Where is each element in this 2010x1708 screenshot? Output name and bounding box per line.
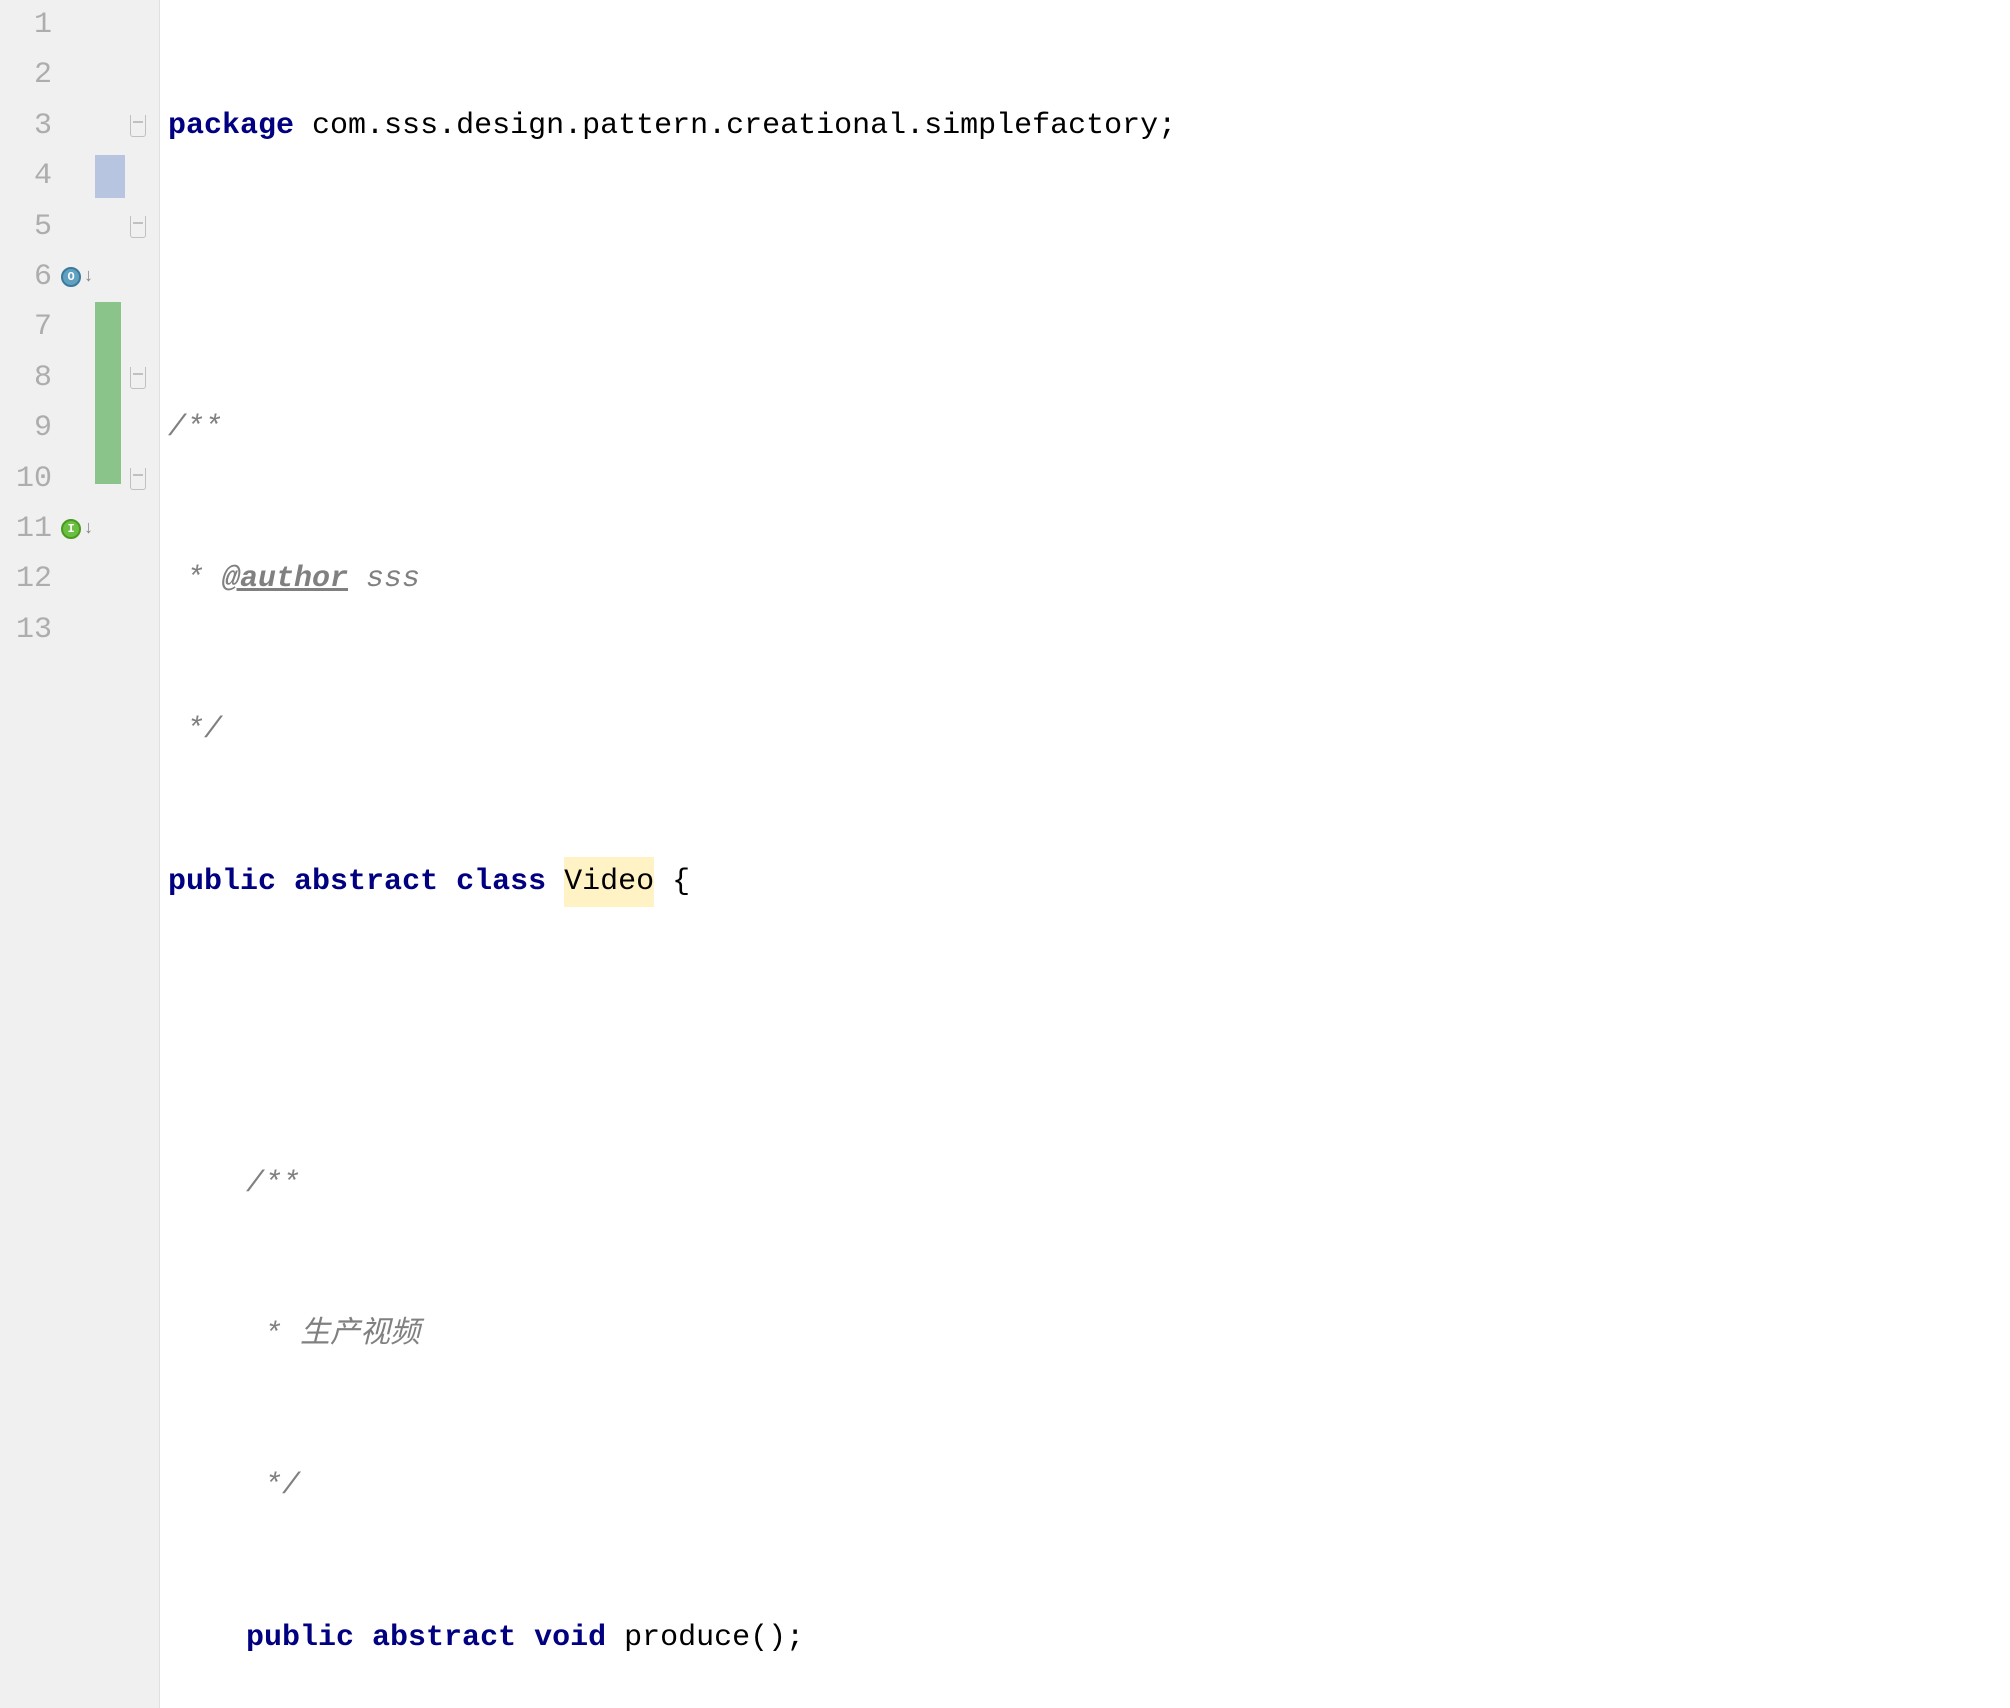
fold-handle-icon[interactable] bbox=[130, 216, 146, 238]
code-line: */ bbox=[168, 1461, 2010, 1511]
line-number: 9 bbox=[0, 403, 60, 453]
code-line: */ bbox=[168, 705, 2010, 755]
change-marker-added bbox=[95, 302, 121, 352]
override-circle-icon: O bbox=[61, 267, 81, 287]
javadoc-open: /** bbox=[246, 1159, 300, 1209]
code-line: /** bbox=[168, 403, 2010, 453]
code-line bbox=[168, 1008, 2010, 1058]
package-name: com.sss.design.pattern.creational.simple… bbox=[312, 101, 1158, 151]
gutter-row: 11 I ↓ bbox=[0, 504, 159, 554]
implement-circle-icon: I bbox=[61, 519, 81, 539]
arrow-down-icon: ↓ bbox=[83, 262, 94, 292]
line-number: 4 bbox=[0, 151, 60, 201]
semicolon: ; bbox=[1158, 101, 1176, 151]
keyword-public: public bbox=[168, 857, 276, 907]
javadoc-star: * bbox=[168, 554, 222, 604]
javadoc-close: */ bbox=[168, 705, 222, 755]
gutter-row: 13 bbox=[0, 605, 159, 655]
line-number: 6 bbox=[0, 252, 60, 302]
keyword-abstract: abstract bbox=[294, 857, 438, 907]
fold-handle-icon[interactable] bbox=[130, 367, 146, 389]
javadoc-body: * 生产视频 bbox=[246, 1310, 420, 1360]
code-line: package com.sss.design.pattern.creationa… bbox=[168, 101, 2010, 151]
gutter-row: 10 bbox=[0, 454, 159, 504]
javadoc-close: */ bbox=[246, 1461, 300, 1511]
line-number: 2 bbox=[0, 50, 60, 100]
line-number: 12 bbox=[0, 554, 60, 604]
fold-handle-icon[interactable] bbox=[130, 468, 146, 490]
class-name: Video bbox=[564, 857, 654, 907]
code-line: public abstract void produce(); bbox=[168, 1613, 2010, 1663]
code-line: /** bbox=[168, 1159, 2010, 1209]
line-number: 7 bbox=[0, 302, 60, 352]
change-marker-added bbox=[95, 454, 121, 484]
keyword-public: public bbox=[246, 1613, 354, 1663]
editor-gutter: 1 2 3 4 5 6 O ↓ 7 8 bbox=[0, 0, 160, 1708]
keyword-class: class bbox=[456, 857, 546, 907]
gutter-row: 5 bbox=[0, 202, 159, 252]
keyword-package: package bbox=[168, 101, 294, 151]
gutter-row: 7 bbox=[0, 302, 159, 352]
gutter-row: 8 bbox=[0, 353, 159, 403]
line-number: 11 bbox=[0, 504, 60, 554]
gutter-override-icon[interactable]: O ↓ bbox=[60, 262, 95, 292]
gutter-row: 6 O ↓ bbox=[0, 252, 159, 302]
javadoc-open: /** bbox=[168, 403, 222, 453]
line-number: 3 bbox=[0, 101, 60, 151]
gutter-row: 1 bbox=[0, 0, 159, 50]
gutter-row: 3 bbox=[0, 101, 159, 151]
code-line: * @author sss bbox=[168, 554, 2010, 604]
code-editor-area[interactable]: package com.sss.design.pattern.creationa… bbox=[160, 0, 2010, 1708]
method-name: produce() bbox=[624, 1613, 786, 1663]
code-line bbox=[168, 252, 2010, 302]
code-line: * 生产视频 bbox=[168, 1310, 2010, 1360]
arrow-down-icon: ↓ bbox=[83, 514, 94, 544]
line-number: 5 bbox=[0, 202, 60, 252]
change-marker-added bbox=[95, 403, 121, 453]
code-line: public abstract class Video { bbox=[168, 857, 2010, 907]
line-number: 8 bbox=[0, 353, 60, 403]
semicolon: ; bbox=[786, 1613, 804, 1663]
gutter-row: 12 bbox=[0, 554, 159, 604]
gutter-implement-icon[interactable]: I ↓ bbox=[60, 514, 95, 544]
line-number: 13 bbox=[0, 605, 60, 655]
javadoc-author-tag: @author bbox=[222, 554, 348, 604]
keyword-void: void bbox=[534, 1613, 606, 1663]
change-marker-modified bbox=[95, 155, 125, 197]
keyword-abstract: abstract bbox=[372, 1613, 516, 1663]
javadoc-author-value: sss bbox=[348, 554, 420, 604]
line-number: 1 bbox=[0, 0, 60, 50]
change-marker-added bbox=[95, 353, 121, 403]
fold-handle-icon[interactable] bbox=[130, 115, 146, 137]
gutter-row: 2 bbox=[0, 50, 159, 100]
line-number: 10 bbox=[0, 454, 60, 504]
brace-open: { bbox=[654, 857, 690, 907]
gutter-row: 4 bbox=[0, 151, 159, 201]
gutter-row: 9 bbox=[0, 403, 159, 453]
